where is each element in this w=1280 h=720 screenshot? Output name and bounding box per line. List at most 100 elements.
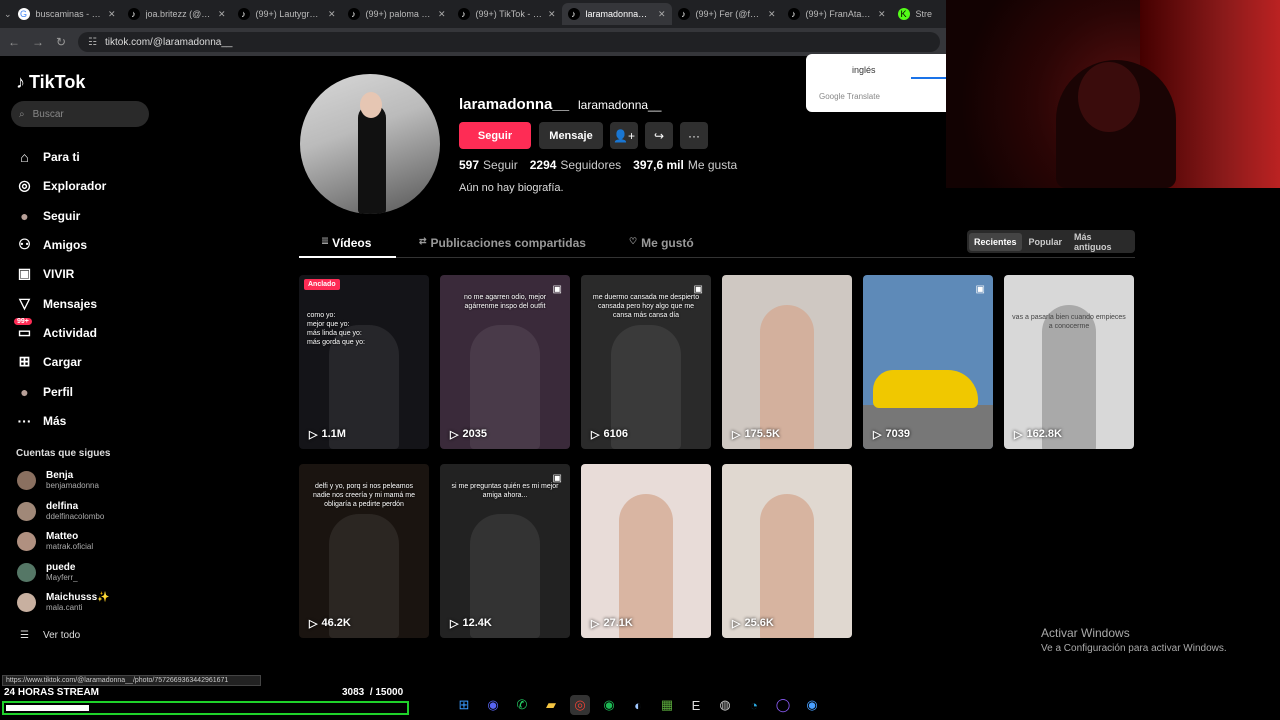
more-options-button[interactable]: ··· — [680, 122, 708, 149]
stat-me-gusta[interactable]: 397,6 mil Me gusta — [633, 158, 737, 172]
sort-option-2[interactable]: Más antiguos — [1069, 228, 1133, 256]
sidebar-item-perfil[interactable]: ● Perfil — [16, 383, 73, 400]
list-icon: ☰ — [20, 630, 29, 641]
browser-tab[interactable]: Gbuscaminas - Bus ✕ — [12, 3, 122, 25]
profile-avatar-icon: ● — [20, 383, 29, 400]
tiktok-icon: ♪ — [677, 8, 690, 20]
back-icon[interactable]: ← — [8, 35, 20, 49]
translate-language[interactable]: inglés — [852, 65, 876, 75]
url-bar[interactable]: ☷ tiktok.com/@laramadonna__ — [78, 32, 940, 52]
app-icon[interactable]: ◯ — [773, 695, 793, 715]
close-tab-icon[interactable]: ✕ — [548, 9, 556, 20]
video-card[interactable]: vas a pasarla bien cuando empieces a con… — [1004, 275, 1134, 449]
search-input[interactable]: ⌕ Buscar — [11, 101, 149, 127]
whatsapp-icon[interactable]: ✆ — [512, 695, 532, 715]
video-card[interactable]: ▷ 25.6K — [722, 464, 852, 638]
video-card[interactable]: Anclado como yo: mejor que yo: más linda … — [299, 275, 429, 449]
browser-tab[interactable]: ♪ (99+) TikTok - Haz ✕ — [452, 3, 562, 25]
video-card[interactable]: ▣ si me preguntas quién es mi mejor amiga… — [440, 464, 570, 638]
stat-seguidores[interactable]: 2294 Seguidores — [530, 158, 621, 172]
sidebar-item-vivir[interactable]: ▣ VIVIR — [16, 265, 74, 282]
edge-icon[interactable]: ◔ — [744, 695, 764, 715]
profile-nickname: laramadonna__ — [578, 98, 662, 112]
obs-icon[interactable]: ◍ — [715, 695, 735, 715]
browser-tab[interactable]: ♪ (99+) Lautygram (✕ — [232, 3, 342, 25]
windows-start-icon[interactable]: ⊞ — [454, 695, 474, 715]
sort-option-0[interactable]: Recientes — [969, 232, 1022, 251]
translate-brand: Google Translate — [819, 92, 880, 101]
sidebar-item-cargar[interactable]: ⊞ Cargar — [16, 353, 82, 370]
steam-icon[interactable]: ◐ — [628, 695, 648, 715]
minecraft-icon[interactable]: ▦ — [657, 695, 677, 715]
tab-list-chevron-icon[interactable]: ⌄ — [4, 9, 12, 20]
car-shape — [873, 370, 978, 408]
epic-games-icon[interactable]: E — [686, 695, 706, 715]
following-item[interactable]: Benja benjamadonna — [17, 470, 99, 491]
browser-tab[interactable]: ♪ (99+) FranAtaque ✕ — [782, 3, 892, 25]
chrome-icon[interactable]: ◎ — [570, 695, 590, 715]
browser-tab[interactable]: KStre✕ — [892, 3, 946, 25]
browser-icon[interactable]: ◉ — [802, 695, 822, 715]
profile-username: laramadonna__ — [459, 96, 570, 113]
reload-icon[interactable]: ↻ — [56, 35, 66, 49]
video-card[interactable]: ▣ ▷ 7039 — [863, 275, 993, 449]
following-item[interactable]: puede Mayferr_ — [17, 562, 78, 583]
share-button[interactable]: ↪ — [645, 122, 673, 149]
site-info-icon[interactable]: ☷ — [88, 37, 97, 48]
video-caption: vas a pasarla bien cuando empieces a con… — [1012, 314, 1126, 330]
stream-progress-bar — [2, 701, 409, 715]
sidebar-item-más[interactable]: ··· Más — [16, 412, 67, 429]
message-button[interactable]: Mensaje — [539, 122, 603, 149]
browser-tab[interactable]: ♪ (99+) Fer (@fersa ✕ — [672, 3, 782, 25]
stat-seguir[interactable]: 597 Seguir — [459, 158, 518, 172]
file-explorer-icon[interactable]: ▰ — [541, 695, 561, 715]
tab-title: (99+) TikTok - Haz — [475, 9, 542, 19]
close-tab-icon[interactable]: ✕ — [768, 9, 776, 20]
close-tab-icon[interactable]: ✕ — [438, 9, 446, 20]
following-item[interactable]: Maichusss✨ mala.canti — [17, 592, 110, 613]
video-card[interactable]: ▣ no me agarren odio, mejor agárrenme ins… — [440, 275, 570, 449]
close-tab-icon[interactable]: ✕ — [878, 9, 886, 20]
video-card[interactable]: ▣ me duermo cansada me despierto cansada … — [581, 275, 711, 449]
following-item[interactable]: Matteo matrak.oficial — [17, 531, 93, 552]
sidebar-item-actividad[interactable]: ▭ 99+ Actividad — [14, 318, 97, 341]
tab-publicaciones-compartidas[interactable]: ⇄ Publicaciones compartidas — [419, 236, 586, 250]
views-count: 7039 — [885, 428, 910, 440]
webcam-head — [1078, 62, 1140, 132]
sidebar-item-para-ti[interactable]: ⌂ Para ti — [16, 148, 79, 165]
sort-selector: Recientes Popular Más antiguos — [967, 230, 1135, 253]
sidebar-item-seguir[interactable]: ● Seguir — [16, 207, 80, 224]
close-tab-icon[interactable]: ✕ — [218, 9, 226, 20]
sidebar-item-explorador[interactable]: ◎ Explorador — [16, 177, 106, 194]
add-friend-button[interactable]: 👤+ — [610, 122, 638, 149]
close-tab-icon[interactable]: ✕ — [658, 9, 666, 20]
video-card[interactable]: ▷ 175.5K — [722, 275, 852, 449]
spotify-icon[interactable]: ◉ — [599, 695, 619, 715]
following-item[interactable]: delfina ddelfinacolombo — [17, 501, 104, 522]
profile-avatar[interactable] — [300, 74, 440, 214]
video-card[interactable]: ▷ 27.1K — [581, 464, 711, 638]
following-avatar-icon: ● — [20, 207, 29, 224]
close-tab-icon[interactable]: ✕ — [108, 9, 116, 20]
discord-icon[interactable]: ◉ — [483, 695, 503, 715]
sidebar-item-amigos[interactable]: ⚇ Amigos — [16, 236, 87, 253]
avatar-face — [360, 92, 382, 118]
close-tab-icon[interactable]: ✕ — [328, 9, 336, 20]
following-handle: benjamadonna — [46, 481, 99, 490]
repost-icon: ⇄ — [419, 236, 427, 246]
browser-tab[interactable]: ♪ laramadonna__ (@ ✕ — [561, 3, 672, 25]
tiktok-logo[interactable]: ♪ TikTok — [16, 72, 85, 93]
video-card[interactable]: delfi y yo, porq si nos peleamos nadie n… — [299, 464, 429, 638]
sort-option-1[interactable]: Popular — [1024, 233, 1068, 251]
url-text: tiktok.com/@laramadonna__ — [105, 36, 233, 48]
forward-icon[interactable]: → — [32, 35, 44, 49]
browser-tab[interactable]: ♪ (99+) paloma (@p ✕ — [342, 3, 452, 25]
tab-vídeos[interactable]: ⦙⦙⦙ Vídeos — [322, 236, 371, 250]
video-views: ▷ 2035 — [450, 428, 487, 441]
video-caption: delfi y yo, porq si nos peleamos nadie n… — [313, 483, 415, 508]
sidebar-item-mensajes[interactable]: ▽ Mensajes — [16, 295, 97, 312]
follow-button[interactable]: Seguir — [459, 122, 531, 149]
browser-tab[interactable]: ♪ joa.britezz (@joa ✕ — [122, 3, 232, 25]
tab-me-gustó[interactable]: ♡ Me gustó — [629, 236, 694, 250]
see-all-button[interactable]: ☰ Ver todo — [20, 630, 80, 641]
